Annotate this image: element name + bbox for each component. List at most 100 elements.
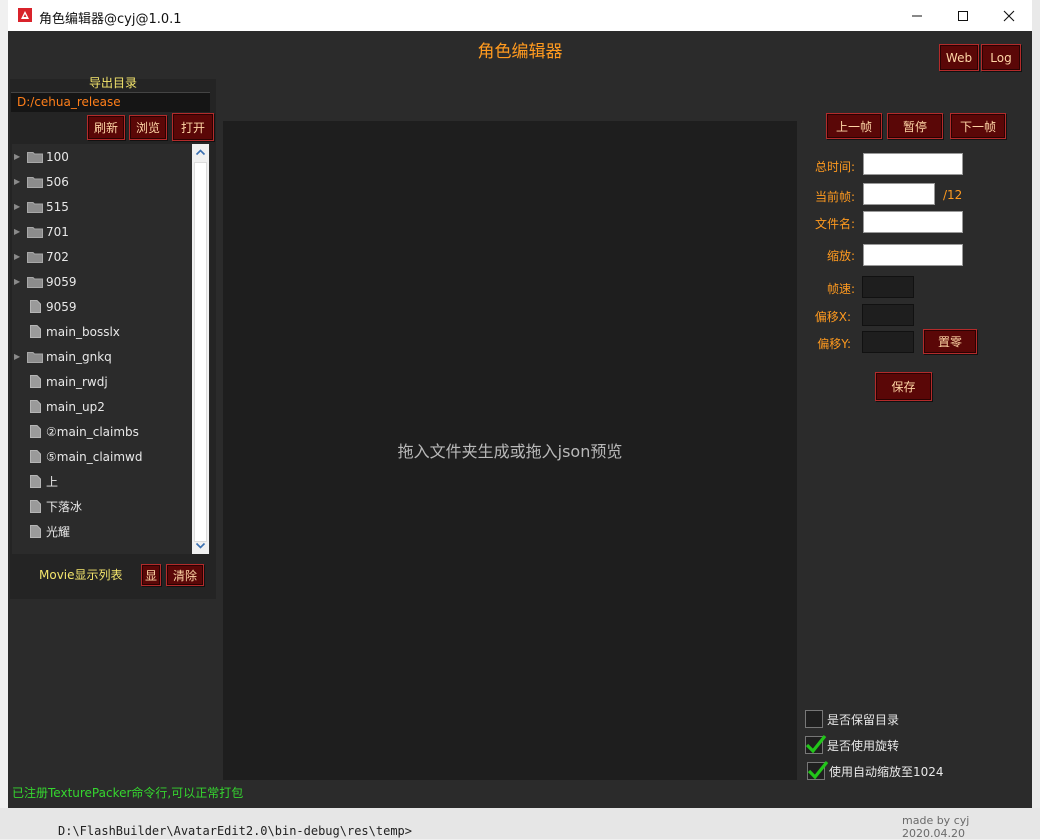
maximize-icon — [958, 10, 968, 21]
open-button[interactable]: 打开 — [172, 113, 214, 141]
folder-icon — [27, 351, 43, 363]
folder-icon — [27, 151, 43, 163]
tree-file-item[interactable]: 光耀 — [12, 519, 70, 544]
tree-item-label: 100 — [46, 149, 69, 164]
tree-file-item[interactable]: 9059 — [12, 294, 77, 319]
current-frame-input[interactable] — [863, 183, 935, 205]
close-button[interactable] — [986, 0, 1032, 31]
prev-frame-button[interactable]: 上一帧 — [826, 113, 882, 139]
movie-list-label: Movie显示列表 — [39, 568, 123, 582]
rotation-label: 是否使用旋转 — [827, 738, 900, 753]
current-frame-label: 当前帧: — [814, 190, 855, 204]
total-time-input[interactable] — [863, 153, 963, 175]
app-window: 角色编辑器 Web Log 导出目录 D:/cehua_release 刷新 浏… — [8, 31, 1032, 840]
tree-item-label: main_up2 — [46, 399, 105, 414]
tree-file-item[interactable]: 下落冰 — [12, 494, 82, 519]
expand-arrow-icon[interactable]: ▶ — [14, 152, 22, 161]
file-icon — [30, 525, 41, 538]
tree-folder-item[interactable]: ▶ 9059 — [12, 269, 77, 294]
scroll-up-icon[interactable] — [194, 146, 207, 159]
status-message: 已注册TexturePacker命令行,可以正常打包 — [12, 786, 244, 800]
autoscale-checkbox[interactable] — [807, 761, 829, 780]
minimize-icon — [912, 15, 922, 16]
tree-file-item[interactable]: 上 — [12, 469, 58, 494]
tree-file-item[interactable]: main_up2 — [12, 394, 105, 419]
checkmark-icon — [807, 761, 829, 780]
folder-icon — [27, 226, 43, 238]
filename-input[interactable] — [863, 211, 963, 233]
expand-arrow-icon[interactable]: ▶ — [14, 352, 22, 361]
tree-file-item[interactable]: main_rwdj — [12, 369, 108, 394]
offset-y-input[interactable] — [862, 331, 914, 353]
log-button[interactable]: Log — [981, 44, 1021, 71]
offset-x-input[interactable] — [862, 304, 914, 326]
file-icon — [30, 375, 41, 388]
tree-item-label: main_gnkq — [46, 349, 112, 364]
frame-total: /12 — [943, 188, 963, 202]
scale-input[interactable] — [863, 244, 963, 266]
refresh-button[interactable]: 刷新 — [87, 115, 125, 140]
tree-folder-item[interactable]: ▶ 100 — [12, 144, 69, 169]
tree-item-label: 515 — [46, 199, 69, 214]
minimize-button[interactable] — [894, 0, 940, 31]
reset-button[interactable]: 置零 — [923, 329, 977, 354]
credit-text: made by cyj 2020.04.20 — [902, 814, 970, 840]
tree-item-label: main_bosslx — [46, 324, 120, 339]
keep-dir-label: 是否保留目录 — [827, 712, 900, 727]
expand-arrow-icon[interactable]: ▶ — [14, 177, 22, 186]
tree-item-label: 701 — [46, 224, 69, 239]
desktop-console-path: D:\FlashBuilder\AvatarEdit2.0\bin-debug\… — [58, 824, 413, 838]
fps-input[interactable] — [862, 276, 914, 298]
rotation-checkbox[interactable] — [805, 735, 827, 754]
file-icon — [30, 325, 41, 338]
tree-file-item[interactable]: ②main_claimbs — [12, 419, 139, 444]
scroll-down-icon[interactable] — [194, 539, 207, 552]
option-autoscale[interactable]: 使用自动缩放至1024 — [807, 761, 944, 780]
offset-x-label: 偏移X: — [814, 310, 851, 324]
pause-button[interactable]: 暂停 — [887, 113, 943, 139]
tree-file-item[interactable]: ⑤main_claimwd — [12, 444, 142, 469]
tree-file-item[interactable]: main_bosslx — [12, 319, 120, 344]
file-icon — [30, 450, 41, 463]
maximize-button[interactable] — [940, 0, 986, 31]
movie-clear-button[interactable]: 清除 — [166, 564, 204, 586]
checkmark-icon — [805, 735, 827, 754]
filename-label: 文件名: — [814, 217, 855, 231]
app-title: 角色编辑器 — [477, 42, 563, 62]
file-icon — [30, 425, 41, 438]
keep-dir-checkbox[interactable] — [805, 710, 823, 728]
export-dir-label: 导出目录 — [88, 76, 137, 90]
tree-folder-item[interactable]: ▶ main_gnkq — [12, 344, 112, 369]
offset-y-label: 偏移Y: — [817, 337, 851, 351]
movie-show-button[interactable]: 显 — [141, 564, 161, 586]
fps-label: 帧速: — [826, 282, 855, 296]
folder-icon — [27, 176, 43, 188]
expand-arrow-icon[interactable]: ▶ — [14, 202, 22, 211]
export-path-field[interactable]: D:/cehua_release — [11, 92, 210, 112]
tree-item-label: 光耀 — [46, 525, 71, 539]
web-button[interactable]: Web — [939, 44, 979, 71]
tree-item-label: 702 — [46, 249, 69, 264]
tree-folder-item[interactable]: ▶ 506 — [12, 169, 69, 194]
file-tree[interactable]: ▶ 100 ▶ 506 ▶ 515 ▶ 701 ▶ 702 ▶ 9059 9059 main_bosslx… — [12, 144, 210, 554]
save-button[interactable]: 保存 — [875, 372, 932, 401]
option-rotation[interactable]: 是否使用旋转 — [805, 735, 900, 754]
window-titlebar[interactable]: 角色编辑器@cyj@1.0.1 — [8, 0, 1032, 32]
expand-arrow-icon[interactable]: ▶ — [14, 277, 22, 286]
file-icon — [30, 500, 41, 513]
browse-button[interactable]: 浏览 — [129, 115, 167, 140]
expand-arrow-icon[interactable]: ▶ — [14, 227, 22, 236]
file-icon — [30, 475, 41, 488]
tree-folder-item[interactable]: ▶ 515 — [12, 194, 69, 219]
file-icon — [30, 400, 41, 413]
option-keep-dir[interactable]: 是否保留目录 — [805, 710, 899, 728]
expand-arrow-icon[interactable]: ▶ — [14, 252, 22, 261]
tree-item-label: 9059 — [46, 274, 77, 289]
tree-item-label: 下落冰 — [46, 500, 83, 514]
tree-item-label: main_rwdj — [46, 374, 108, 389]
desktop-edge-right — [1032, 0, 1040, 839]
tree-scroll-thumb[interactable] — [194, 162, 207, 542]
tree-folder-item[interactable]: ▶ 701 — [12, 219, 69, 244]
tree-folder-item[interactable]: ▶ 702 — [12, 244, 69, 269]
next-frame-button[interactable]: 下一帧 — [950, 113, 1006, 139]
